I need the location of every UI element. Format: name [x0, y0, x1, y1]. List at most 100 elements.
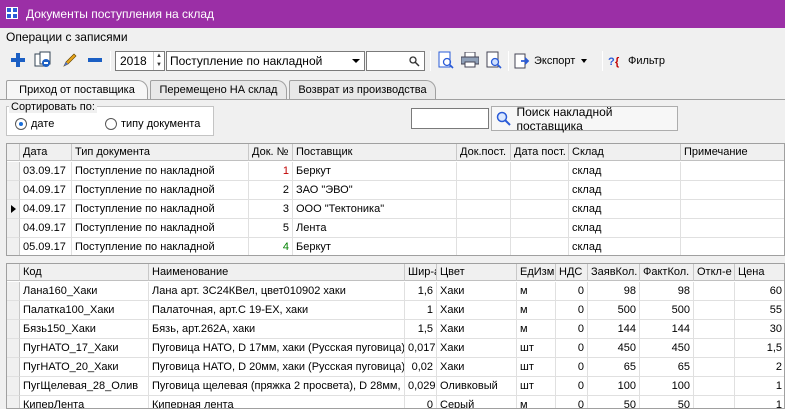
- column-header-date_post[interactable]: Дата пост.: [511, 144, 569, 161]
- column-header-unit[interactable]: ЕдИзм.: [517, 264, 556, 281]
- cell-req: 500: [588, 301, 640, 320]
- print-icon[interactable]: [460, 50, 480, 70]
- row-indicator[interactable]: [7, 396, 20, 408]
- column-header-vat[interactable]: НДС: [556, 264, 588, 281]
- column-header-type[interactable]: Тип документа: [72, 144, 249, 161]
- document-row[interactable]: 04.09.17 Поступление по накладной 2 ЗАО "ЭВ…: [7, 181, 784, 200]
- cell-req: 65: [588, 358, 640, 377]
- cell-color: Хаки: [437, 301, 517, 320]
- cell-color: Хаки: [437, 358, 517, 377]
- chevron-down-icon: [352, 59, 360, 63]
- document-row[interactable]: 04.09.17 Поступление по накладной 3 ООО "Те…: [7, 200, 784, 219]
- cell-dev: [694, 396, 735, 408]
- cell-warehouse: склад: [569, 200, 681, 219]
- item-row[interactable]: КиперЛента Киперная лента 0 Серый м 0 50 50 1: [7, 396, 784, 408]
- column-header-req[interactable]: ЗаявКол.: [588, 264, 640, 281]
- column-header-num[interactable]: Док. №: [249, 144, 293, 161]
- column-header-name[interactable]: Наименование: [149, 264, 405, 281]
- current-row-icon: [11, 205, 16, 213]
- column-header-supplier[interactable]: Поставщик: [293, 144, 457, 161]
- document-row[interactable]: 03.09.17 Поступление по накладной 1 Беркут с…: [7, 162, 784, 181]
- row-indicator[interactable]: [7, 282, 20, 301]
- sort-by-type-radio[interactable]: типу документа: [105, 118, 200, 130]
- column-header-code[interactable]: Код: [20, 264, 149, 281]
- filter-button[interactable]: ?{ Фильтр: [608, 51, 665, 71]
- copy-icon[interactable]: [33, 50, 53, 70]
- row-indicator[interactable]: [7, 320, 20, 339]
- cell-vat: 0: [556, 320, 588, 339]
- search-icon: [496, 111, 511, 126]
- cell-date_post: [511, 162, 569, 181]
- column-header-doc_post[interactable]: Док.пост.: [457, 144, 511, 161]
- column-header-date[interactable]: Дата: [20, 144, 72, 161]
- column-header-fact[interactable]: ФактКол.: [640, 264, 694, 281]
- item-row[interactable]: ПугЩелевая_28_Олив Пуговица щелевая (пряж…: [7, 377, 784, 396]
- cell-price: 1,5: [735, 339, 784, 358]
- item-row[interactable]: ПугНАТО_20_Хаки Пуговица НАТО, D 20мм, ха…: [7, 358, 784, 377]
- row-indicator[interactable]: [7, 301, 20, 320]
- doc-type-select[interactable]: Поступление по накладной: [166, 51, 365, 71]
- column-header-note[interactable]: Примечание: [681, 144, 784, 161]
- cell-fact: 100: [640, 377, 694, 396]
- column-header-dev[interactable]: Откл-е: [694, 264, 735, 281]
- row-indicator[interactable]: [7, 238, 20, 255]
- column-header-color[interactable]: Цвет: [437, 264, 517, 281]
- spin-up-icon[interactable]: ▲: [154, 52, 164, 61]
- sort-group: Сортировать по: дате типу документа: [6, 101, 214, 136]
- item-row[interactable]: ПугНАТО_17_Хаки Пуговица НАТО, D 17мм, ха…: [7, 339, 784, 358]
- toolbar-search-input[interactable]: [366, 51, 425, 71]
- row-indicator[interactable]: [7, 358, 20, 377]
- export-button[interactable]: Экспорт: [514, 51, 588, 71]
- cell-color: Оливковый: [437, 377, 517, 396]
- print-preview-icon[interactable]: [484, 50, 504, 70]
- item-row[interactable]: Бязь150_Хаки Бязь, арт.262А, хаки 1,5 Хаки м…: [7, 320, 784, 339]
- column-header-warehouse[interactable]: Склад: [569, 144, 681, 161]
- cell-color: Хаки: [437, 339, 517, 358]
- row-indicator[interactable]: [7, 200, 20, 219]
- document-row[interactable]: 05.09.17 Поступление по накладной 4 Беркут с…: [7, 238, 784, 255]
- cell-vat: 0: [556, 339, 588, 358]
- cell-width: 0,017: [405, 339, 437, 358]
- preview-icon[interactable]: [436, 50, 456, 70]
- cell-color: Серый: [437, 396, 517, 408]
- delete-icon[interactable]: [85, 50, 105, 70]
- tab-strip: Приход от поставщика Перемещено НА склад…: [0, 80, 785, 100]
- column-header-price[interactable]: Цена: [735, 264, 784, 281]
- row-indicator[interactable]: [7, 339, 20, 358]
- cell-vat: 0: [556, 396, 588, 408]
- cell-price: 60: [735, 282, 784, 301]
- cell-unit: шт: [517, 358, 556, 377]
- row-indicator[interactable]: [7, 377, 20, 396]
- sort-by-date-radio[interactable]: дате: [15, 118, 54, 130]
- cell-dev: [694, 339, 735, 358]
- cell-code: ПугНАТО_17_Хаки: [20, 339, 149, 358]
- cell-req: 144: [588, 320, 640, 339]
- edit-icon[interactable]: [60, 50, 80, 70]
- spin-down-icon[interactable]: ▼: [154, 61, 164, 70]
- cell-fact: 144: [640, 320, 694, 339]
- documents-grid[interactable]: Дата Тип документа Док. № Поставщик Док.пост…: [6, 143, 785, 256]
- row-indicator[interactable]: [7, 181, 20, 200]
- item-row[interactable]: Палатка100_Хаки Палаточная, арт.С 19-ЕХ, …: [7, 301, 784, 320]
- cell-price: 2: [735, 358, 784, 377]
- invoice-search-input[interactable]: [411, 108, 489, 129]
- cell-dev: [694, 282, 735, 301]
- column-header-width[interactable]: Шир-а: [405, 264, 437, 281]
- documents-header: Дата Тип документа Док. № Поставщик Док.пост…: [7, 144, 784, 161]
- item-row[interactable]: Лана160_Хаки Лана арт. 3С24КВел, цвет0109…: [7, 282, 784, 301]
- tab-production-return[interactable]: Возврат из производства: [289, 80, 436, 99]
- cell-vat: 0: [556, 301, 588, 320]
- cell-type: Поступление по накладной: [72, 200, 249, 219]
- document-row[interactable]: 04.09.17 Поступление по накладной 5 Лента ск…: [7, 219, 784, 238]
- cell-price: 30: [735, 320, 784, 339]
- menu-operations[interactable]: Операции с записями: [6, 30, 128, 44]
- find-invoice-button[interactable]: Поиск накладной поставщика: [491, 105, 678, 133]
- row-indicator[interactable]: [7, 162, 20, 181]
- cell-date_post: [511, 181, 569, 200]
- tab-supplier-income[interactable]: Приход от поставщика: [6, 80, 148, 100]
- row-indicator[interactable]: [7, 219, 20, 238]
- tab-moved-to-warehouse[interactable]: Перемещено НА склад: [150, 80, 287, 99]
- year-spinner[interactable]: 2018 ▲ ▼: [115, 51, 165, 71]
- items-grid[interactable]: Код Наименование Шир-а Цвет ЕдИзм. НДС ЗаявКол…: [6, 263, 785, 409]
- add-icon[interactable]: [8, 50, 28, 70]
